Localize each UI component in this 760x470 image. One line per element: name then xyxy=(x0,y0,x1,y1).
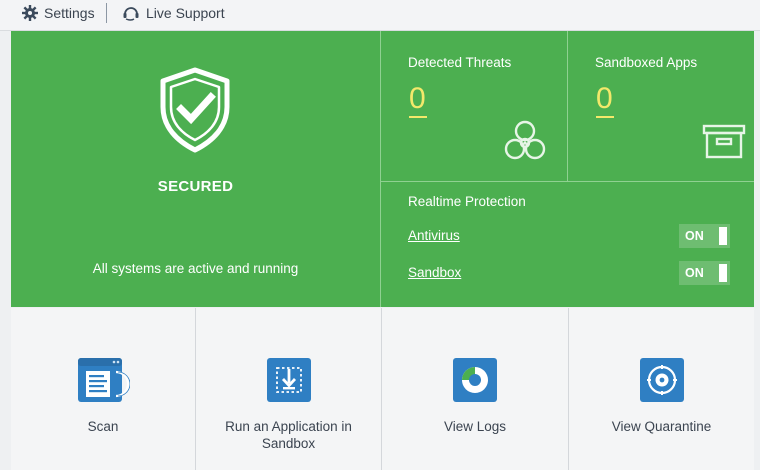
run-in-sandbox-label: Run an Application in Sandbox xyxy=(225,419,352,451)
detected-threats-title: Detected Threats xyxy=(408,55,512,70)
toolbar-separator xyxy=(106,3,107,23)
detected-threats-count[interactable]: 0 xyxy=(409,84,427,118)
sandbox-row: Sandbox ON xyxy=(408,261,730,287)
antivirus-row: Antivirus ON xyxy=(408,224,730,250)
security-status-message: All systems are active and running xyxy=(92,261,299,276)
top-toolbar: Settings Live Support xyxy=(0,0,760,31)
realtime-protection-section: Realtime Protection Antivirus ON Sandbox… xyxy=(381,182,754,307)
settings-button[interactable]: Settings xyxy=(22,4,95,22)
antivirus-link[interactable]: Antivirus xyxy=(408,228,460,243)
view-logs-tile[interactable]: View Logs xyxy=(382,308,569,470)
scan-label: Scan xyxy=(87,419,119,434)
sandboxed-apps-title: Sandboxed Apps xyxy=(595,55,698,70)
scan-document-icon xyxy=(78,358,130,402)
view-quarantine-label: View Quarantine xyxy=(611,419,712,434)
sandbox-toggle-state: ON xyxy=(685,266,704,280)
antivirus-toggle-knob xyxy=(719,227,727,245)
security-status-section: SECURED All systems are active and runni… xyxy=(11,31,381,307)
realtime-protection-title: Realtime Protection xyxy=(408,194,526,209)
antivirus-toggle[interactable]: ON xyxy=(679,224,730,248)
antivirus-dashboard: Settings Live Support SECURED All system… xyxy=(0,0,760,470)
sandbox-box-icon xyxy=(702,124,746,159)
settings-label: Settings xyxy=(44,5,95,21)
action-tiles: Scan Run an Application in Sandbox View … xyxy=(11,308,754,470)
view-quarantine-tile[interactable]: View Quarantine xyxy=(569,308,754,470)
protection-status-panel: SECURED All systems are active and runni… xyxy=(11,31,754,307)
quarantine-vault-icon xyxy=(639,358,684,402)
security-status-title: SECURED xyxy=(157,178,234,195)
antivirus-toggle-state: ON xyxy=(685,229,704,243)
scan-tile[interactable]: Scan xyxy=(11,308,196,470)
live-support-label: Live Support xyxy=(146,5,225,21)
sandbox-toggle[interactable]: ON xyxy=(679,261,730,285)
sandbox-run-icon xyxy=(266,358,311,402)
detected-threats-section: Detected Threats 0 xyxy=(381,31,568,182)
sandbox-link[interactable]: Sandbox xyxy=(408,265,461,280)
sandboxed-apps-count[interactable]: 0 xyxy=(596,84,614,118)
gear-icon xyxy=(22,5,38,21)
sandbox-toggle-knob xyxy=(719,264,727,282)
biohazard-icon xyxy=(504,120,546,160)
shield-check-icon xyxy=(160,67,230,153)
headset-icon xyxy=(123,7,139,21)
view-logs-label: View Logs xyxy=(443,419,507,434)
live-support-button[interactable]: Live Support xyxy=(122,4,225,22)
logs-chart-icon xyxy=(453,358,497,402)
sandboxed-apps-section: Sandboxed Apps 0 xyxy=(568,31,754,182)
run-in-sandbox-tile[interactable]: Run an Application in Sandbox xyxy=(196,308,382,470)
